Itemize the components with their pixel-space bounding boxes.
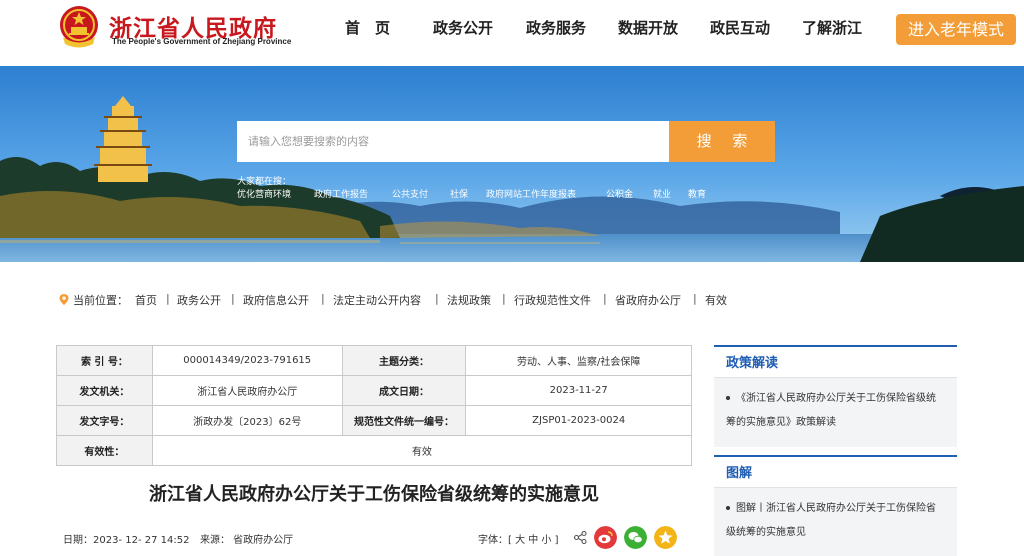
favorite-star-icon[interactable] xyxy=(654,526,677,549)
index-number-value: 000014349/2023-791615 xyxy=(151,345,343,376)
breadcrumb-label: 当前位置： xyxy=(73,294,128,307)
unified-code-value: ZJSP01-2023-0024 xyxy=(465,405,692,436)
category-label: 主题分类： xyxy=(341,345,467,376)
issuer-value: 浙江省人民政府办公厅 xyxy=(151,375,343,406)
bullet-icon xyxy=(726,506,730,510)
breadcrumb-separator: | xyxy=(693,292,697,305)
breadcrumb-item[interactable]: 政府信息公开 xyxy=(243,292,309,308)
table-row: 发文机关： 浙江省人民政府办公厅 成文日期： 2023-11-27 xyxy=(56,375,692,406)
breadcrumb-separator: | xyxy=(166,292,170,305)
hot-search-link[interactable]: 公积金 xyxy=(606,187,633,200)
document-title: 浙江省人民政府办公厅关于工伤保险省级统筹的实施意见 xyxy=(149,484,599,505)
wechat-icon[interactable] xyxy=(624,526,647,549)
breadcrumb-item[interactable]: 法定主动公开内容 xyxy=(333,292,421,308)
graphic-interpretation-title[interactable]: 图解 xyxy=(714,455,957,488)
site-header: 浙江省人民政府 The People's Government of Zheji… xyxy=(0,0,1024,66)
nav-gov-affairs-open[interactable]: 政务公开 xyxy=(433,17,493,38)
nav-interaction[interactable]: 政民互动 xyxy=(710,17,770,38)
elder-mode-button[interactable]: 进入老年模式 xyxy=(896,14,1016,45)
publish-date: 日期：2023- 12- 27 14:52 xyxy=(63,535,190,546)
written-date-label: 成文日期： xyxy=(341,375,467,406)
written-date-value: 2023-11-27 xyxy=(465,375,692,406)
breadcrumb-separator: | xyxy=(435,292,439,305)
graphic-interpretation-panel: 图解 图解丨浙江省人民政府办公厅关于工伤保险省级统筹的实施意见 xyxy=(714,455,957,556)
hero-banner: 搜 索 大家都在搜： 优化营商环境 政府工作报告 公共支付 社保 政府网站工作年… xyxy=(0,66,1024,262)
weibo-icon[interactable] xyxy=(594,526,617,549)
table-row: 索 引 号： 000014349/2023-791615 主题分类： 劳动、人事… xyxy=(56,345,692,376)
hot-search-link[interactable]: 政府工作报告 xyxy=(314,187,368,200)
graphic-interpretation-item[interactable]: 图解丨浙江省人民政府办公厅关于工伤保险省级统筹的实施意见 xyxy=(714,488,957,553)
nav-open-data[interactable]: 数据开放 xyxy=(618,17,678,38)
location-pin-icon xyxy=(59,294,69,305)
index-number-label: 索 引 号： xyxy=(56,345,153,376)
nav-gov-services[interactable]: 政务服务 xyxy=(526,17,586,38)
hot-search-link[interactable]: 教育 xyxy=(688,187,706,200)
policy-interpretation-panel: 政策解读 《浙江省人民政府办公厅关于工伤保险省级统筹的实施意见》政策解读 xyxy=(714,345,957,447)
hot-search-link[interactable]: 公共支付 xyxy=(392,187,428,200)
document-number-label: 发文字号： xyxy=(56,405,153,436)
breadcrumb-separator: | xyxy=(502,292,506,305)
nav-home[interactable]: 首 页 xyxy=(345,17,390,38)
document-info-table: 索 引 号： 000014349/2023-791615 主题分类： 劳动、人事… xyxy=(56,345,693,466)
hot-search-link[interactable]: 政府网站工作年度报表 xyxy=(486,187,576,200)
breadcrumb-separator: | xyxy=(231,292,235,305)
breadcrumb-item[interactable]: 行政规范性文件 xyxy=(514,292,591,308)
document-number-value: 浙政办发〔2023〕62号 xyxy=(151,405,343,436)
site-name-english: The People's Government of Zhejiang Prov… xyxy=(112,37,292,46)
share-icon[interactable] xyxy=(574,531,587,544)
validity-value: 有效 xyxy=(151,435,693,466)
policy-interpretation-title[interactable]: 政策解读 xyxy=(714,345,957,378)
hot-search-link[interactable]: 就业 xyxy=(653,187,671,200)
hot-search-link[interactable]: 优化营商环境 xyxy=(237,187,291,200)
search-input[interactable] xyxy=(237,121,669,162)
breadcrumb-separator: | xyxy=(321,292,325,305)
search-button[interactable]: 搜 索 xyxy=(669,121,775,162)
national-emblem-icon[interactable] xyxy=(57,4,101,51)
nav-about-zhejiang[interactable]: 了解浙江 xyxy=(802,17,862,38)
breadcrumb-item[interactable]: 法规政策 xyxy=(447,292,491,308)
policy-interpretation-link[interactable]: 《浙江省人民政府办公厅关于工伤保险省级统筹的实施意见》政策解读 xyxy=(726,393,936,428)
category-value: 劳动、人事、监察/社会保障 xyxy=(465,345,692,376)
hot-search-label: 大家都在搜： xyxy=(237,177,292,187)
document-source: 来源： 省政府办公厅 xyxy=(200,535,294,546)
table-row: 有效性： 有效 xyxy=(56,435,693,466)
hot-search-link[interactable]: 社保 xyxy=(450,187,468,200)
bullet-icon xyxy=(726,396,730,400)
breadcrumb-item[interactable]: 首页 xyxy=(135,292,157,308)
issuer-label: 发文机关： xyxy=(56,375,153,406)
west-lake-scenery xyxy=(0,66,1024,262)
breadcrumb-item[interactable]: 政务公开 xyxy=(177,292,221,308)
unified-code-label: 规范性文件统一编号： xyxy=(341,405,467,436)
breadcrumb-item[interactable]: 省政府办公厅 xyxy=(615,292,681,308)
breadcrumb-item[interactable]: 有效 xyxy=(705,292,727,308)
table-row: 发文字号： 浙政办发〔2023〕62号 规范性文件统一编号： ZJSP01-20… xyxy=(56,405,692,436)
policy-interpretation-item[interactable]: 《浙江省人民政府办公厅关于工伤保险省级统筹的实施意见》政策解读 xyxy=(714,378,957,443)
breadcrumb-separator: | xyxy=(603,292,607,305)
font-size-control[interactable]: 字体：[ 大 中 小 ] xyxy=(478,531,559,546)
validity-label: 有效性： xyxy=(56,435,153,466)
graphic-interpretation-link[interactable]: 图解丨浙江省人民政府办公厅关于工伤保险省级统筹的实施意见 xyxy=(726,503,936,538)
